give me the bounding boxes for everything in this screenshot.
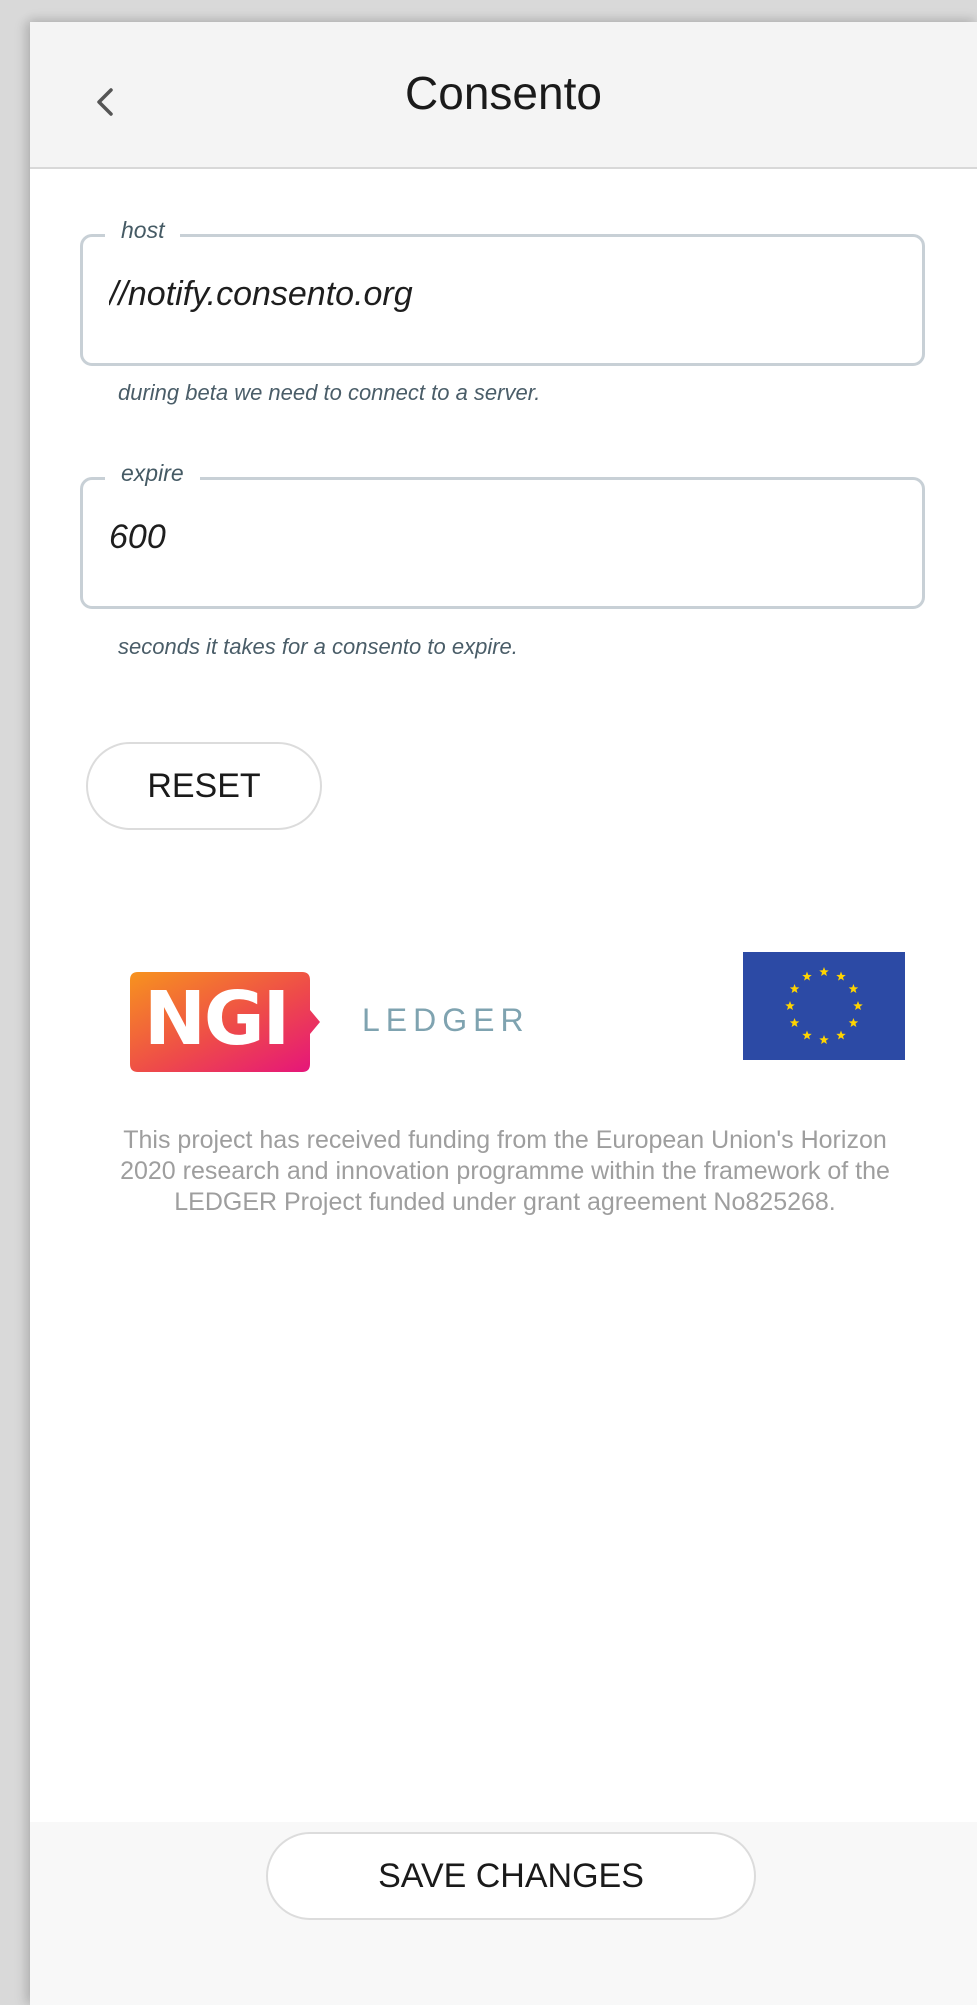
funding-notice: This project has received funding from t… — [120, 1126, 890, 1216]
expire-field[interactable]: expire — [80, 460, 925, 609]
app-screen: Consento host during beta we need to con… — [30, 22, 977, 2005]
top-app-bar: Consento — [30, 22, 977, 169]
save-changes-button[interactable]: SAVE CHANGES — [266, 1832, 756, 1920]
expire-helper-text: seconds it takes for a consento to expir… — [118, 634, 518, 659]
ledger-logo-text: LEDGER — [362, 1002, 530, 1038]
ngi-logo-text: NGI — [144, 976, 290, 1062]
host-helper-text: during beta we need to connect to a serv… — [118, 380, 541, 405]
host-input[interactable] — [109, 275, 889, 314]
page-title: Consento — [405, 67, 602, 119]
expire-input[interactable] — [109, 518, 889, 557]
ngi-ledger-logo: NGI LEDGER — [130, 972, 550, 1072]
host-field[interactable]: host — [80, 217, 925, 366]
expire-field-label: expire — [105, 460, 200, 487]
eu-flag-icon — [743, 952, 905, 1060]
host-field-label: host — [105, 217, 181, 244]
reset-button[interactable]: RESET — [86, 742, 322, 830]
